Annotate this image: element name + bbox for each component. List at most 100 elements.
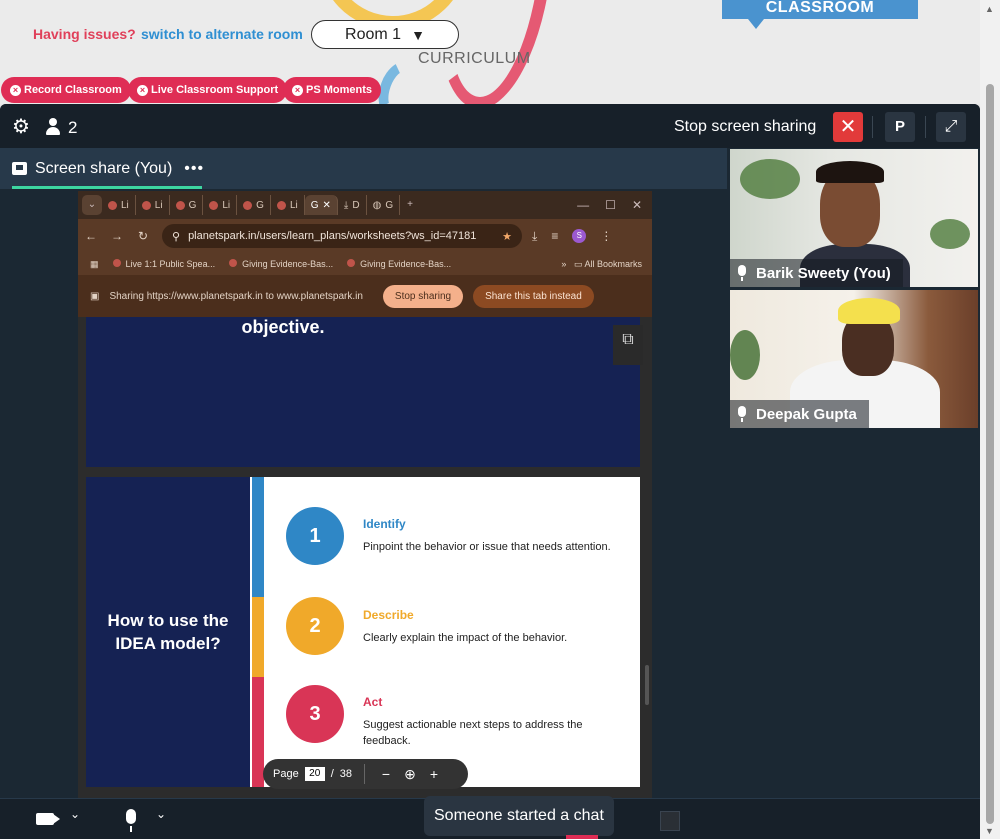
pdf-toolbar: Page 20 / 38 − ⊕ + [263,759,468,789]
close-icon: ✕ [839,116,857,138]
page-scrollbar[interactable]: ▲ ▼ [980,0,1000,839]
browser-tab[interactable]: Li [136,195,170,215]
site-settings-icon[interactable]: ⚲ [172,230,180,243]
ps-moments-button[interactable]: × PS Moments [283,77,382,103]
live-classroom-support-button[interactable]: × Live Classroom Support [128,77,288,103]
bookmark-item[interactable]: Live 1:1 Public Spea... [112,259,215,269]
browser-tab-label: Li [121,199,129,211]
browser-tab[interactable]: ⤓ D [338,195,367,215]
bookmark-item[interactable]: Giving Evidence-Bas... [347,259,451,269]
participant-name-tag: Barik Sweety (You) [730,259,903,287]
close-icon[interactable]: ✕ [323,200,331,211]
browser-tab-label: D [352,199,360,211]
close-window-icon[interactable]: ✕ [632,198,642,212]
kebab-menu-icon[interactable]: ⋮ [600,229,612,243]
star-icon[interactable]: ★ [502,230,512,243]
dropdown-arrow-icon: ▼ [411,26,425,43]
reload-icon[interactable]: ↻ [130,229,156,243]
browser-tab[interactable]: ◍ G [367,195,401,215]
zoom-out-icon[interactable]: − [377,766,395,782]
person-icon[interactable] [46,118,60,136]
address-bar[interactable]: ⚲ planetspark.in/users/learn_plans/works… [162,224,522,248]
share-tab-bar: Screen share (You) ••• [0,148,727,189]
browser-tab[interactable]: Li [102,195,136,215]
participant-name: Barik Sweety (You) [756,264,891,282]
favicon-icon [108,200,117,210]
microphone-icon [738,406,746,422]
camera-icon[interactable] [36,813,54,825]
browser-tab-label: Li [154,199,163,211]
p-button[interactable]: P [885,112,915,142]
chevron-right-icon: » [561,258,567,269]
chevron-down-icon[interactable]: ⌄ [82,195,102,215]
more-options-icon[interactable]: ••• [184,160,204,178]
scroll-down-icon[interactable]: ▼ [985,826,994,836]
microphone-icon [738,265,746,281]
chevron-down-icon[interactable]: ⌄ [70,807,80,821]
browser-tab-active[interactable]: G ✕ [304,195,338,215]
all-bookmarks[interactable]: » ▭ All Bookmarks [561,259,652,270]
zoom-in-icon[interactable]: + [425,766,443,782]
page-separator: / [330,768,334,780]
maximize-icon[interactable]: ☐ [605,198,616,212]
stop-sharing-inner-button[interactable]: Stop sharing [382,284,464,308]
bottom-control-bar: ⌄ ⌄ Someone started a chat [0,796,980,839]
stripe-red [252,677,264,787]
classroom-tab[interactable]: CLASSROOM [722,0,918,19]
back-icon[interactable]: ← [78,229,104,243]
microphone-icon[interactable] [124,809,138,833]
room-select-value: Room 1 [345,25,402,43]
pdf-scrollbar[interactable] [645,665,649,705]
slide-previous: objective. [86,317,640,467]
overflow-button[interactable] [660,811,680,831]
close-circle-icon: × [292,84,303,96]
switch-room-link[interactable]: switch to alternate room [141,26,303,42]
curriculum-label[interactable]: CURRICULUM [418,50,531,68]
participant-count[interactable]: 2 [68,118,77,138]
minimize-icon[interactable]: — [577,198,589,212]
step-description: Pinpoint the behavior or issue that need… [363,541,611,553]
scroll-up-icon[interactable]: ▲ [985,4,994,14]
tab-screen-share[interactable]: Screen share (You) ••• [12,148,204,189]
participant-video-tile[interactable]: Barik Sweety (You) [730,149,978,287]
stop-sharing-button[interactable]: ✕ [833,112,863,142]
close-circle-icon: × [137,84,148,96]
bookmark-label: Giving Evidence-Bas... [242,259,334,269]
toolbar-actions: ⤓ ≡ S ⋮ [532,229,612,244]
download-icon[interactable]: ⤓ [532,229,537,244]
participant-cap [838,298,900,324]
open-external-icon[interactable]: ⧉ [613,325,643,365]
chat-notification-toast[interactable]: Someone started a chat [424,796,614,836]
issues-text: Having issues? [33,26,136,42]
fullscreen-button[interactable]: ⤢ [936,112,966,142]
chevron-down-icon[interactable]: ⌄ [156,807,166,821]
record-classroom-button[interactable]: × Record Classroom [1,77,131,103]
reading-list-icon[interactable]: ≡ [551,229,558,243]
new-tab-icon[interactable]: + [400,195,420,215]
folder-icon: ▭ [573,258,583,269]
share-this-tab-button[interactable]: Share this tab instead [473,284,594,308]
browser-tab[interactable]: G [237,195,271,215]
close-circle-icon: × [10,84,21,96]
scrollbar-thumb[interactable] [986,84,994,824]
forward-icon[interactable]: → [104,229,130,243]
screen-share-icon: ▣ [90,290,100,302]
browser-tab[interactable]: Li [271,195,305,215]
page-number-input[interactable]: 20 [304,767,325,781]
ps-moments-label: PS Moments [306,84,373,96]
browser-tab[interactable]: G [170,195,204,215]
bookmark-item[interactable]: Giving Evidence-Bas... [229,259,333,269]
favicon-icon [141,200,151,210]
slide-title: How to use the IDEA model? [86,477,250,787]
participant-video-tile[interactable]: Deepak Gupta [730,290,978,428]
gear-icon[interactable]: ⚙ [12,117,30,137]
apps-grid-icon[interactable]: ▦ [90,259,99,270]
browser-tab[interactable]: Li [203,195,238,215]
room-select[interactable]: Room 1 ▼ [311,20,459,49]
meeting-panel: ⚙ 2 Stop screen sharing ✕ P ⤢ Screen sha… [0,104,980,839]
meeting-topbar: ⚙ 2 Stop screen sharing ✕ P ⤢ [0,104,980,148]
zoom-icon[interactable]: ⊕ [401,766,419,783]
step-title: Identify [363,517,406,531]
step-description: Suggest actionable next steps to address… [363,719,583,747]
profile-avatar[interactable]: S [572,229,587,243]
